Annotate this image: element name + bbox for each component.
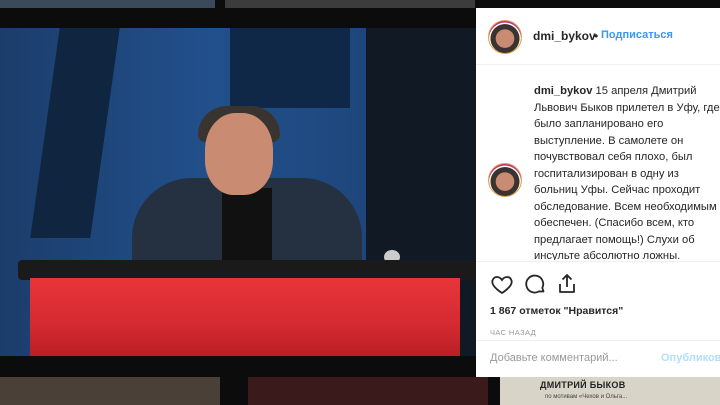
post-photo[interactable] <box>0 28 476 356</box>
person-shirt <box>222 188 272 268</box>
username-link[interactable]: dmi_bykov <box>533 29 596 43</box>
comments-area[interactable]: dmi_bykov 15 апреля Дмитрий Львович Быко… <box>476 65 720 260</box>
background-tile-title: ДМИТРИЙ БЫКОВ <box>540 380 626 390</box>
share-icon[interactable] <box>555 272 579 296</box>
caption: dmi_bykov 15 апреля Дмитрий Львович Быко… <box>534 83 720 260</box>
caption-username[interactable]: dmi_bykov <box>534 85 592 97</box>
likes-count[interactable]: 1 867 отметок "Нравится" <box>490 305 623 317</box>
podium-front <box>30 278 460 356</box>
post-header: dmi_bykov • Подписаться <box>476 8 720 65</box>
publish-button[interactable]: Опубликовать <box>661 352 720 364</box>
caption-text: 15 апреля Дмитрий Львович Быков прилетел… <box>534 85 720 260</box>
background-tile-subtitle: по мотивам «Чехов и Ольга... <box>545 394 628 400</box>
background-tile <box>248 377 488 405</box>
background-tile <box>0 0 215 8</box>
comment-input[interactable] <box>490 352 650 364</box>
podium-top <box>18 260 476 280</box>
person-head <box>205 113 273 195</box>
heart-icon[interactable] <box>490 272 514 296</box>
avatar[interactable] <box>488 163 522 197</box>
background-tile <box>225 0 475 8</box>
post-timestamp[interactable]: ЧАС НАЗАД <box>490 328 536 337</box>
backdrop-shape <box>30 28 120 238</box>
backdrop-shape <box>230 28 350 108</box>
post-detail-panel: dmi_bykov • Подписаться dmi_bykov 15 апр… <box>476 8 720 377</box>
post-actions: 1 867 отметок "Нравится" ЧАС НАЗАД <box>476 261 720 342</box>
follow-button[interactable]: Подписаться <box>601 29 673 41</box>
comment-bar: Опубликовать <box>476 340 720 378</box>
comment-icon[interactable] <box>523 272 547 296</box>
avatar[interactable] <box>488 20 522 54</box>
separator-dot: • <box>594 29 599 43</box>
background-tile <box>0 377 220 405</box>
